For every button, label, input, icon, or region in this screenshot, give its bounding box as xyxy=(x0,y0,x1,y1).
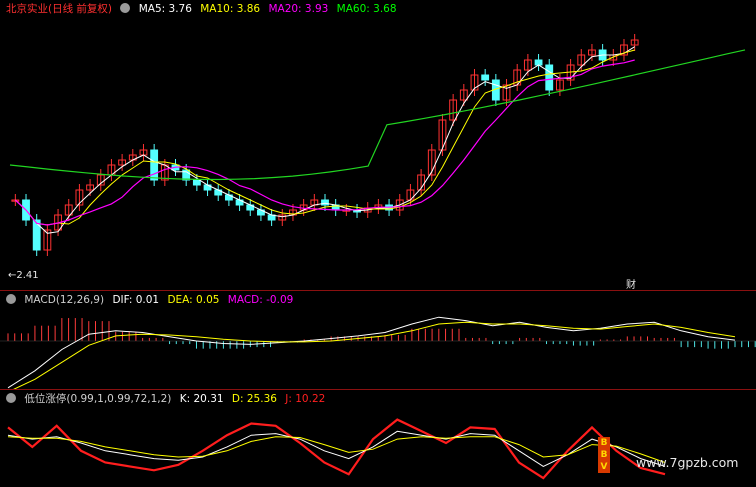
candle-body xyxy=(150,149,159,181)
candle-body xyxy=(534,59,543,66)
price-panel: 北京实业(日线 前复权) MA5: 3.76 MA10: 3.86 MA20: … xyxy=(0,0,756,291)
candle-body xyxy=(32,219,41,251)
watermark: www.7gpzb.com xyxy=(636,455,739,470)
kdj-panel: 低位涨停(0.99,1,0.99,72,1,2) K: 20.31 D: 25.… xyxy=(0,390,756,487)
dea-line xyxy=(13,321,736,389)
price-chart xyxy=(9,34,746,256)
finance-marker[interactable]: 财 xyxy=(626,276,636,291)
candle-body xyxy=(481,74,490,81)
dif-line xyxy=(7,316,736,389)
macd-panel: MACD(12,26,9) DIF: 0.01 DEA: 0.05 MACD: … xyxy=(0,291,756,389)
kdj-chart xyxy=(7,418,666,480)
low-price-label: ←2.41 xyxy=(8,270,39,281)
candle-body xyxy=(545,64,554,91)
macd-chart xyxy=(0,316,756,389)
candle-body xyxy=(321,199,329,206)
site-logo: BBV xyxy=(598,437,610,473)
candle-body xyxy=(192,179,201,186)
d-line xyxy=(7,436,666,463)
